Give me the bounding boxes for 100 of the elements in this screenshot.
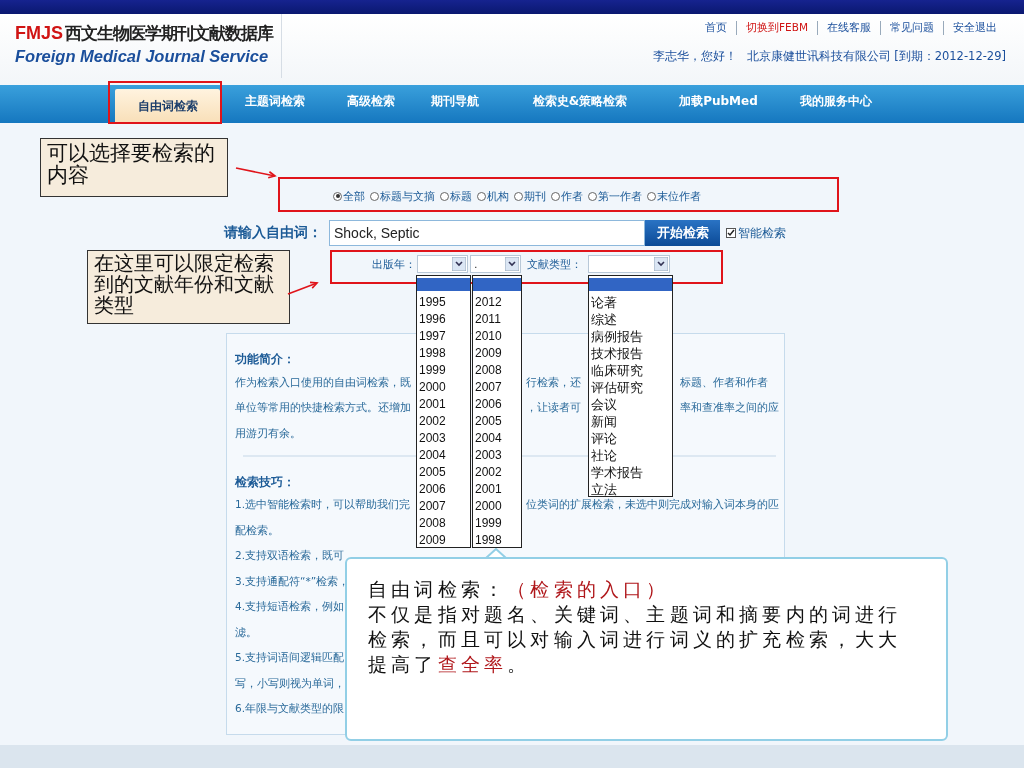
description-text: 单位等常用的快捷检索方式。还增加 [235, 401, 411, 414]
description-text: 6.年限与文献类型的限 [235, 702, 345, 715]
description-text: 率和查准率之间的应 [680, 401, 779, 414]
annotation-note: 在这里可以限定检索到的文献年份和文献类型 [87, 250, 290, 324]
radio-option[interactable]: 第一作者 [588, 188, 642, 204]
header-link[interactable]: 常见问题 [880, 21, 943, 35]
dropdown-list[interactable]: 论著 综述 病例报告 技术报告 临床研究 评估研究 会议 新闻 评论 社论 学术报告 立法 [588, 275, 673, 497]
dropdown-option[interactable]: 2010 [473, 328, 521, 345]
nav-tab[interactable]: 检索史&策略检索 [498, 85, 662, 117]
radio-option[interactable]: 标题与文摘 [370, 188, 435, 204]
dropdown-option[interactable]: 2002 [473, 464, 521, 481]
account-info: 北京康健世讯科技有限公司 [到期：2012-12-29] [746, 49, 1006, 64]
header-link[interactable]: 切换到FEBM [736, 21, 817, 35]
description-text: 2.支持双语检索，既可 [235, 549, 345, 562]
radio-option[interactable]: 作者 [551, 188, 583, 204]
dropdown-option[interactable]: 综述 [589, 311, 672, 328]
annotation-note: 可以选择要检索的内容 [40, 138, 228, 197]
radio-option[interactable]: 末位作者 [647, 188, 701, 204]
header-link[interactable]: 安全退出 [943, 21, 1006, 35]
dropdown-option[interactable]: 2000 [473, 498, 521, 515]
radio-option[interactable]: 机构 [477, 188, 509, 204]
dropdown-option[interactable]: 学术报告 [589, 464, 672, 481]
dropdown-option[interactable]: 2000 [417, 379, 470, 396]
dropdown-option[interactable]: 1996 [417, 311, 470, 328]
description-text: 5.支持词语间逻辑匹配 [235, 651, 345, 664]
dropdown-option[interactable]: 2003 [473, 447, 521, 464]
dropdown-option[interactable]: 1998 [473, 532, 521, 549]
dropdown-option[interactable]: 1999 [417, 362, 470, 379]
dropdown-option[interactable]: 病例报告 [589, 328, 672, 345]
dropdown-option[interactable]: 2003 [417, 430, 470, 447]
select-field[interactable]: . [470, 255, 521, 273]
select-field[interactable] [417, 255, 468, 273]
dropdown-option[interactable]: 2008 [473, 362, 521, 379]
nav-tab[interactable]: 期刊导航 [412, 85, 498, 117]
dropdown-option[interactable]: 评论 [589, 430, 672, 447]
radio-option[interactable]: 标题 [440, 188, 472, 204]
description-text: 标题、作者和作者 [680, 375, 768, 388]
description-text: ，让读者可 [526, 401, 581, 414]
description-text: 1.选中智能检索时，可以帮助我们完 [235, 498, 411, 511]
search-field[interactable]: Shock, Septic [329, 220, 645, 246]
nav-tab[interactable]: 加载PubMed [662, 85, 775, 117]
description-text: 位类词的扩展检索，未选中则完成对输入词本身的匹 [526, 498, 779, 511]
dropdown-option[interactable]: 论著 [589, 294, 672, 311]
logo-text: FMJS [15, 23, 63, 44]
dropdown-option[interactable]: 2001 [417, 396, 470, 413]
header-link[interactable]: 在线客服 [817, 21, 880, 35]
dropdown-option[interactable]: 2007 [473, 379, 521, 396]
dropdown-option[interactable]: 临床研究 [589, 362, 672, 379]
description-text: 配检索。 [235, 523, 279, 536]
dropdown-option[interactable]: 2009 [417, 532, 470, 549]
dropdown-option[interactable]: 2004 [417, 447, 470, 464]
nav-tab[interactable]: 我的服务中心 [775, 85, 897, 117]
dropdown-option[interactable]: 2002 [417, 413, 470, 430]
header-link[interactable]: 首页 [696, 21, 737, 35]
dropdown-option[interactable]: 2012 [473, 294, 521, 311]
dropdown-option[interactable]: 新闻 [589, 413, 672, 430]
nav-tab[interactable]: 高级检索 [330, 85, 412, 117]
arrow [287, 279, 319, 298]
dropdown-option[interactable]: 1997 [417, 328, 470, 345]
dropdown-option[interactable]: 2007 [417, 498, 470, 515]
dropdown-option[interactable]: 社论 [589, 447, 672, 464]
dropdown-option[interactable]: 2006 [473, 396, 521, 413]
site-subtitle: Foreign Medical Journal Service [15, 47, 269, 66]
description-text: 3.支持通配符“*”检索， [235, 574, 350, 587]
dropdown-option[interactable]: 技术报告 [589, 345, 672, 362]
dropdown-option[interactable]: 2009 [473, 345, 521, 362]
nav-tab[interactable]: 自由词检索 [115, 89, 220, 123]
dropdown-option[interactable]: 1995 [417, 294, 470, 311]
description-text: 写，小写则视为单词， [235, 676, 345, 689]
dropdown-list[interactable]: 2012 2011 2010 2009 2008 2007 2006 2005 2004 2003 2002 2001 2000 1999 1998 [472, 275, 522, 548]
dropdown-option[interactable]: 1999 [473, 515, 521, 532]
site-title: 西文生物医学期刊文献数据库 [65, 22, 273, 45]
description-text: 4.支持短语检索，例如 [235, 600, 345, 613]
dropdown-option[interactable]: 2005 [417, 464, 470, 481]
select-field[interactable] [588, 255, 670, 273]
description-text: 行检索，还 [526, 375, 581, 388]
smart-search-checkbox[interactable]: 智能检索 [726, 225, 786, 241]
dropdown-list[interactable]: 1995 1996 1997 1998 1999 2000 2001 2002 2003 2004 2005 2006 2007 2008 2009 [416, 275, 471, 548]
nav-tab[interactable]: 主题词检索 [220, 85, 330, 117]
search-button[interactable]: 开始检索 [645, 220, 720, 246]
arrow [235, 164, 277, 180]
dropdown-option[interactable]: 2006 [417, 481, 470, 498]
dropdown-option[interactable]: 2008 [417, 515, 470, 532]
dropdown-option[interactable]: 评估研究 [589, 379, 672, 396]
callout-title: 自由词检索：（检索的入口） [368, 578, 671, 602]
description-text: 滤。 [235, 625, 257, 638]
radio-option[interactable]: 期刊 [514, 188, 546, 204]
dropdown-option[interactable]: 立法 [589, 481, 672, 498]
dropdown-option[interactable]: 1998 [417, 345, 470, 362]
dropdown-option[interactable]: 2004 [473, 430, 521, 447]
radio-option[interactable]: 全部 [333, 188, 365, 204]
callout-text: 不仅是指对题名、关键词、主题词和摘要内的词进行检索，而且可以对输入词进行词义的扩充检索，大大提高了 查全率。 [368, 603, 903, 677]
chevron-down-icon [654, 257, 668, 271]
dropdown-option[interactable]: 会议 [589, 396, 672, 413]
dropdown-option[interactable]: 2011 [473, 311, 521, 328]
dropdown-option[interactable]: 2005 [473, 413, 521, 430]
chevron-down-icon [452, 257, 466, 271]
welcome-text: 李志华，您好！ [652, 49, 737, 64]
dropdown-option[interactable]: 2001 [473, 481, 521, 498]
search-label: 请输入自由词： [223, 224, 322, 242]
